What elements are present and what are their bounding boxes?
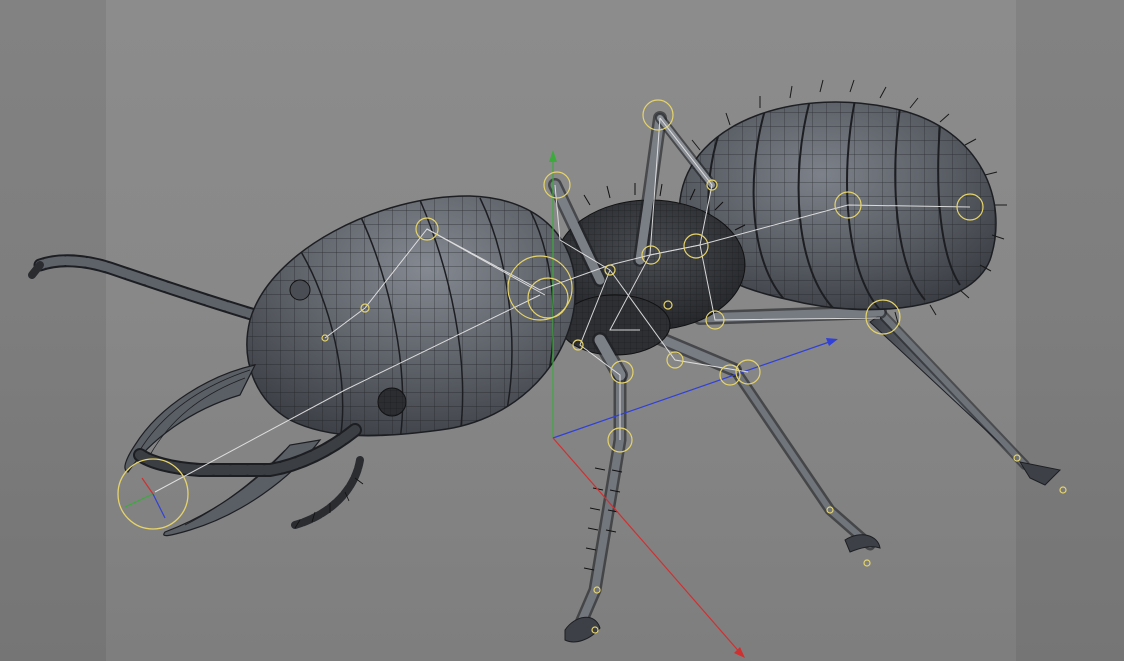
antenna-left[interactable] (28, 254, 272, 325)
palp-segments[interactable] (133, 423, 364, 529)
head[interactable] (230, 180, 590, 450)
scene-canvas[interactable] (0, 0, 1124, 661)
antenna-socket (289, 279, 311, 301)
head-wireframe (246, 195, 576, 436)
leg-middle-right[interactable] (633, 323, 881, 553)
leg-front-left[interactable] (564, 332, 628, 643)
selected-joint-axis-icon[interactable] (117, 458, 189, 530)
3d-viewport[interactable] (0, 0, 1124, 661)
